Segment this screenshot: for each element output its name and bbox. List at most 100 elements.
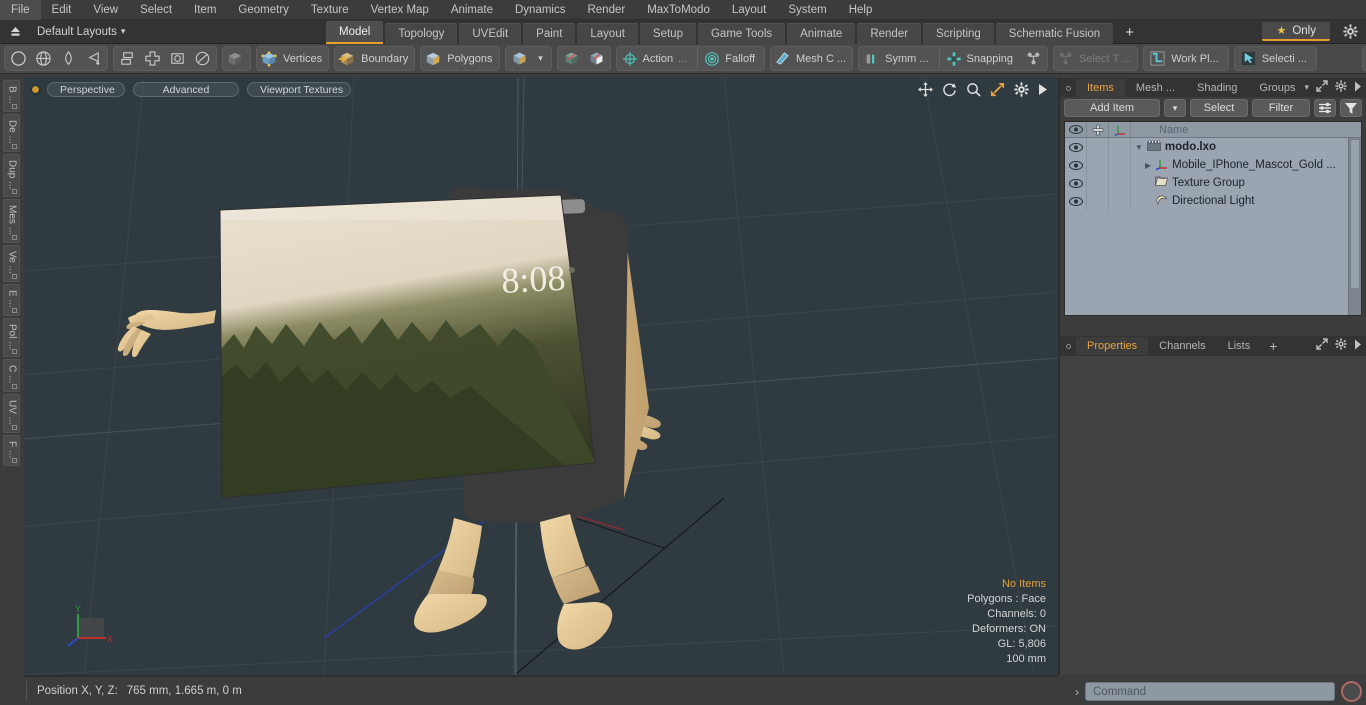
tab-render[interactable]: Render [857, 23, 922, 44]
select-through-button[interactable]: Select T ... [1053, 46, 1139, 71]
panel-menu-dot-icon[interactable] [1066, 86, 1071, 91]
add-item-button[interactable]: Add Item [1064, 99, 1160, 117]
zoom-magnifier-icon[interactable] [966, 82, 981, 100]
snap-node-icon[interactable] [1021, 47, 1046, 70]
cube-icon[interactable] [507, 47, 532, 70]
menu-item-texture[interactable]: Texture [300, 0, 360, 20]
mode-cube-button[interactable] [222, 46, 251, 71]
menu-item-help[interactable]: Help [838, 0, 884, 20]
pen-icon[interactable] [56, 47, 81, 70]
list-options-icon[interactable] [1314, 99, 1336, 117]
tab-uvedit[interactable]: UVEdit [459, 23, 522, 44]
row-lock-cell[interactable] [1087, 156, 1109, 174]
filter-button[interactable]: Filter [1252, 99, 1310, 117]
home-up-icon[interactable] [3, 21, 27, 43]
selection-mode-vertices[interactable]: Vertices [256, 46, 330, 71]
row-label-wrap[interactable]: ▶ Mobile_IPhone_Mascot_Gold ... [1131, 158, 1361, 173]
viewport-textures-chip[interactable]: Viewport Textures [247, 81, 351, 97]
tab-model[interactable]: Model [326, 21, 384, 44]
table-row[interactable]: Texture Group [1065, 174, 1361, 192]
row-visibility-toggle[interactable] [1065, 138, 1087, 156]
play-arrow-icon[interactable] [1038, 83, 1048, 99]
move-plus-icon[interactable] [140, 47, 165, 70]
row-lock-cell[interactable] [1087, 138, 1109, 156]
panel-tab-shading[interactable]: Shading [1186, 79, 1248, 97]
row-transform-cell[interactable] [1109, 138, 1131, 156]
select-button[interactable]: Select [1190, 99, 1248, 117]
left-tab-edge[interactable]: E ... [2, 283, 20, 316]
menu-item-vertex-map[interactable]: Vertex Map [360, 0, 440, 20]
stack-icon[interactable] [115, 47, 140, 70]
3d-viewport[interactable]: 8:08 Perspective Advanced Viewport Textu… [24, 78, 1058, 675]
fit-arrows-icon[interactable] [990, 82, 1005, 100]
row-transform-cell[interactable] [1109, 174, 1131, 192]
expand-icon[interactable] [1316, 338, 1328, 353]
menu-item-item[interactable]: Item [183, 0, 227, 20]
tab-topology[interactable]: Topology [385, 23, 458, 44]
viewport-shading-chip[interactable]: Advanced [133, 81, 239, 97]
viewport-projection-chip[interactable]: Perspective [47, 81, 125, 97]
panel-tab-lists[interactable]: Lists [1217, 337, 1262, 355]
expand-icon[interactable] [1316, 80, 1328, 95]
play-arrow-icon[interactable] [1354, 81, 1362, 95]
menu-item-view[interactable]: View [82, 0, 129, 20]
command-input[interactable] [1085, 682, 1335, 701]
axis-cube-white-icon[interactable] [584, 47, 609, 70]
table-row[interactable]: ▶ Mobile_IPhone_Mascot_Gold ... [1065, 156, 1361, 174]
panel-menu-dot-icon[interactable] [1066, 344, 1071, 349]
snapping-button[interactable]: Snapping [942, 47, 1022, 70]
item-list[interactable]: Name ▼ modo.lxo ▶ Mobile_IPhone_Mascot_G… [1064, 121, 1362, 316]
layout-selector[interactable]: Default Layouts ▾ [33, 26, 129, 38]
menu-item-edit[interactable]: Edit [41, 0, 83, 20]
gear-icon[interactable] [1335, 80, 1347, 95]
row-label-wrap[interactable]: Texture Group [1131, 176, 1361, 190]
axis-cube-green-icon[interactable] [559, 47, 584, 70]
left-tab-uv[interactable]: UV ... [2, 393, 20, 433]
chevron-down-icon[interactable]: ▾ [532, 47, 550, 70]
gear-icon[interactable] [1014, 82, 1029, 100]
row-visibility-toggle[interactable] [1065, 174, 1087, 192]
selection-mode-polygons[interactable]: Polygons [420, 46, 500, 71]
pan-icon[interactable] [918, 82, 933, 100]
row-visibility-toggle[interactable] [1065, 192, 1087, 210]
menu-item-layout[interactable]: Layout [721, 0, 778, 20]
selection-set-button[interactable]: Selecti ... [1236, 47, 1315, 70]
rotate-icon[interactable] [190, 47, 215, 70]
row-transform-cell[interactable] [1109, 192, 1131, 210]
row-transform-cell[interactable] [1109, 156, 1131, 174]
left-tab-vertex[interactable]: Ve ... [2, 245, 20, 282]
only-toggle-button[interactable]: ★ Only [1262, 22, 1330, 41]
table-row[interactable]: ▼ modo.lxo [1065, 138, 1361, 156]
left-tab-polygon[interactable]: Pol ... [2, 317, 20, 358]
tab-setup[interactable]: Setup [639, 23, 696, 44]
menu-item-animate[interactable]: Animate [440, 0, 504, 20]
left-tab-basic[interactable]: B ... [2, 80, 20, 112]
lasso-icon[interactable] [81, 47, 106, 70]
action-center-button[interactable]: Action ... [618, 47, 696, 70]
panel-tab-properties[interactable]: Properties [1076, 337, 1149, 355]
falloff-button[interactable]: Falloff [700, 47, 763, 70]
gear-icon[interactable] [1335, 338, 1347, 353]
tab-game-tools[interactable]: Game Tools [697, 23, 786, 44]
tab-layout[interactable]: Layout [577, 23, 638, 44]
panel-tab-items[interactable]: Items [1076, 79, 1125, 97]
record-icon[interactable] [1341, 681, 1362, 702]
tab-scripting[interactable]: Scripting [923, 23, 994, 44]
item-list-scroll-thumb[interactable] [1350, 139, 1360, 289]
menu-item-file[interactable]: File [0, 0, 41, 20]
row-lock-cell[interactable] [1087, 174, 1109, 192]
play-arrow-icon[interactable] [1354, 339, 1362, 353]
panel-tab-mesh[interactable]: Mesh ... [1125, 79, 1186, 97]
tab-paint[interactable]: Paint [523, 23, 576, 44]
item-list-scrollbar[interactable] [1348, 138, 1361, 315]
add-item-caret-icon[interactable]: ▾ [1164, 99, 1186, 117]
left-tab-duplicate[interactable]: Dup ... [2, 153, 20, 198]
left-tab-deform[interactable]: De ... [2, 113, 20, 152]
panel-add-tab-button[interactable]: + [1261, 337, 1285, 355]
gear-icon[interactable] [1343, 24, 1358, 42]
row-label-wrap[interactable]: ▼ modo.lxo [1131, 140, 1361, 154]
row-label-wrap[interactable]: Directional Light [1131, 194, 1361, 209]
left-tab-mesh-edit[interactable]: Mes ... [2, 199, 20, 244]
globe-icon[interactable] [31, 47, 56, 70]
symmetry-button[interactable]: Symm ... [860, 47, 936, 70]
